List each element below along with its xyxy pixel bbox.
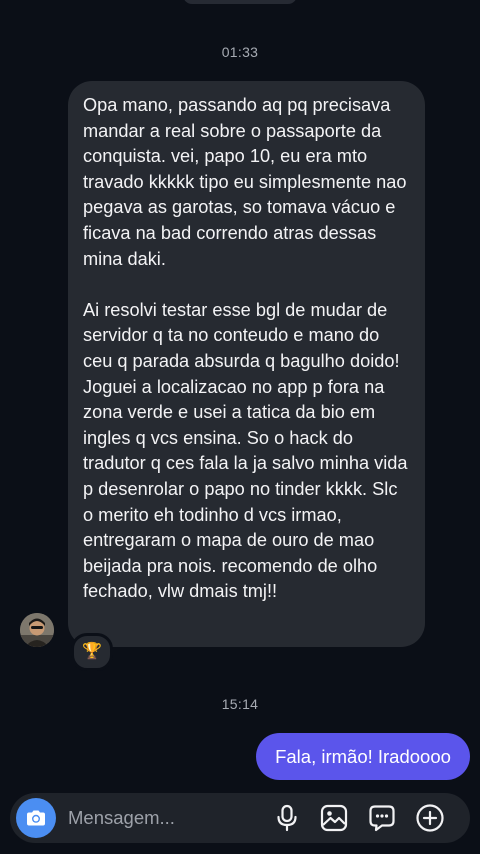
trophy-icon: 🏆 — [82, 643, 102, 660]
message-composer: Mensagem... — [10, 793, 470, 843]
message-input[interactable]: Mensagem... — [68, 793, 175, 843]
avatar-image — [20, 613, 54, 647]
message-paragraph: Ai resolvi testar esse bgl de mudar de s… — [83, 299, 408, 602]
microphone-button[interactable] — [272, 803, 302, 833]
sticker-icon — [369, 805, 395, 832]
incoming-message-bubble[interactable]: Opa mano, passando aq pq precisava manda… — [68, 81, 425, 647]
gallery-icon — [320, 804, 348, 832]
gallery-button[interactable] — [319, 803, 349, 833]
outgoing-message-bubble[interactable]: Fala, irmão! Iradoooo — [256, 733, 470, 780]
sticker-button[interactable] — [367, 803, 397, 833]
timestamp: 01:33 — [221, 44, 259, 60]
message-paragraph: Opa mano, passando aq pq precisava manda… — [83, 95, 407, 269]
microphone-icon — [277, 804, 297, 832]
avatar[interactable] — [20, 613, 54, 647]
timestamp: 15:14 — [221, 696, 259, 712]
plus-icon — [416, 804, 444, 832]
add-button[interactable] — [415, 803, 445, 833]
camera-icon — [27, 810, 45, 826]
reaction-badge[interactable]: 🏆 — [71, 633, 113, 671]
top-bar-pill — [183, 0, 297, 4]
camera-button[interactable] — [16, 798, 56, 838]
